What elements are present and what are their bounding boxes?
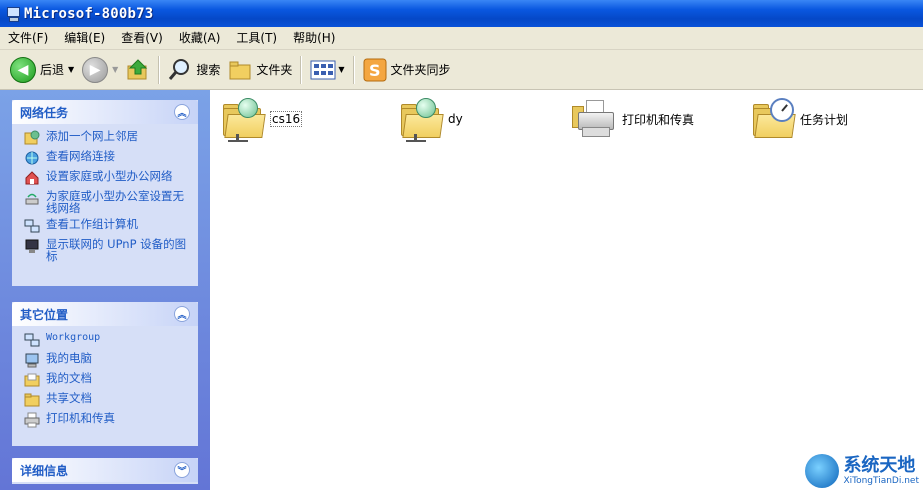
- item-label: dy: [448, 112, 463, 126]
- task-label: 查看网络连接: [46, 149, 115, 163]
- task-label: 显示联网的 UPnP 设备的图标: [46, 237, 187, 263]
- views-button[interactable]: ▼: [306, 54, 348, 86]
- task-view-network-connections[interactable]: 查看网络连接: [24, 150, 190, 166]
- place-label: Workgroup: [46, 332, 101, 343]
- title-bar: Microsof-800b73: [0, 0, 923, 27]
- network-tasks-title: 网络任务: [20, 105, 69, 120]
- task-pane: 网络任务 ︽ 添加一个网上邻居 查看网络连接 设置家庭或小型办公网络 为家庭或小…: [0, 90, 210, 490]
- back-label: 后退: [40, 63, 65, 77]
- watermark-logo-icon: [805, 454, 840, 488]
- search-label: 搜索: [196, 63, 221, 77]
- task-label: 查看工作组计算机: [46, 217, 138, 231]
- other-places-title: 其它位置: [20, 307, 69, 322]
- menu-view[interactable]: 查看(V): [113, 27, 171, 49]
- folders-button[interactable]: 文件夹: [224, 54, 296, 86]
- back-arrow-icon: ◀: [10, 56, 36, 83]
- workgroup-icon: [24, 333, 40, 347]
- watermark: 系统天地 XiTongTianDi.net: [805, 454, 919, 488]
- search-button[interactable]: 搜索: [164, 54, 224, 86]
- share-item-cs16[interactable]: cs16: [220, 96, 303, 142]
- menu-help[interactable]: 帮助(H): [285, 27, 343, 49]
- printers-faxes-item[interactable]: 打印机和传真: [572, 96, 694, 142]
- place-my-documents[interactable]: 我的文档: [24, 372, 190, 388]
- toolbar-separator: [300, 55, 303, 84]
- other-places-header[interactable]: 其它位置 ︽: [12, 302, 198, 326]
- window-title: Microsof-800b73: [24, 5, 154, 22]
- up-folder-icon: [127, 58, 148, 79]
- task-setup-home-network[interactable]: 设置家庭或小型办公网络: [24, 170, 190, 186]
- toolbar: ◀ 后退 ▼ ▶ ▼ 搜索 文件夹 ▼ S 文件夹同步: [0, 50, 923, 90]
- sync-icon: S: [363, 58, 387, 81]
- task-label: 添加一个网上邻居: [46, 129, 138, 143]
- item-label: 打印机和传真: [622, 112, 695, 127]
- scheduled-tasks-item[interactable]: 任务计划: [750, 96, 848, 142]
- search-icon: [169, 58, 190, 80]
- network-tasks-header[interactable]: 网络任务 ︽: [12, 100, 198, 124]
- menu-tools[interactable]: 工具(T): [228, 27, 285, 49]
- shared-documents-icon: [24, 393, 40, 407]
- place-label: 我的文档: [46, 371, 92, 385]
- task-label: 设置家庭或小型办公网络: [46, 169, 173, 183]
- network-share-folder-icon: [398, 96, 444, 142]
- other-places-panel: 其它位置 ︽ Workgroup 我的电脑 我的文档 共享文档 打印机和传真: [12, 302, 198, 446]
- network-connections-icon: [25, 151, 39, 165]
- scheduled-tasks-icon: [750, 96, 796, 142]
- chevron-down-icon[interactable]: ▼: [112, 65, 118, 74]
- menu-edit[interactable]: 编辑(E): [56, 27, 113, 49]
- my-computer-icon: [25, 353, 39, 368]
- forward-button[interactable]: ▶ ▼: [78, 54, 122, 86]
- place-shared-documents[interactable]: 共享文档: [24, 392, 190, 408]
- workgroup-computers-icon: [24, 219, 40, 233]
- network-tasks-panel: 网络任务 ︽ 添加一个网上邻居 查看网络连接 设置家庭或小型办公网络 为家庭或小…: [12, 100, 198, 286]
- menu-favorites[interactable]: 收藏(A): [171, 27, 229, 49]
- share-item-dy[interactable]: dy: [398, 96, 463, 142]
- task-show-upnp-icons[interactable]: 显示联网的 UPnP 设备的图标: [24, 238, 190, 262]
- up-folder-button[interactable]: [122, 54, 154, 86]
- task-setup-wireless-network[interactable]: 为家庭或小型办公室设置无线网络: [24, 190, 190, 214]
- expand-icon[interactable]: ︾: [174, 462, 190, 478]
- back-button[interactable]: ◀ 后退 ▼: [6, 54, 78, 86]
- details-header[interactable]: 详细信息 ︾: [12, 458, 198, 482]
- toolbar-separator: [352, 55, 355, 84]
- my-documents-icon: [24, 373, 40, 387]
- chevron-down-icon[interactable]: ▼: [338, 65, 344, 74]
- watermark-title: 系统天地: [843, 455, 916, 476]
- printer-icon: [24, 412, 40, 428]
- place-label: 我的电脑: [46, 351, 92, 365]
- menu-file[interactable]: 文件(F): [0, 27, 56, 49]
- forward-arrow-icon: ▶: [82, 56, 109, 83]
- views-icon: [310, 60, 336, 79]
- upnp-device-icon: [25, 239, 39, 253]
- place-label: 共享文档: [46, 391, 92, 405]
- menu-bar: 文件(F) 编辑(E) 查看(V) 收藏(A) 工具(T) 帮助(H): [0, 27, 923, 50]
- watermark-url: XiTongTianDi.net: [843, 476, 919, 486]
- folder-sync-button[interactable]: S 文件夹同步: [359, 54, 455, 86]
- task-add-network-place[interactable]: 添加一个网上邻居: [24, 130, 190, 146]
- details-title: 详细信息: [20, 463, 69, 478]
- place-printers-faxes[interactable]: 打印机和传真: [24, 412, 190, 428]
- sync-label: 文件夹同步: [390, 63, 451, 77]
- printer-icon: [572, 96, 618, 142]
- item-label: cs16: [270, 111, 303, 127]
- home-network-icon: [25, 171, 39, 185]
- item-label: 任务计划: [800, 112, 849, 127]
- details-panel: 详细信息 ︾: [12, 458, 198, 484]
- folders-label: 文件夹: [256, 63, 293, 77]
- svg-text:S: S: [369, 61, 381, 80]
- toolbar-separator: [158, 55, 161, 84]
- network-share-folder-icon: [220, 96, 266, 142]
- file-list: cs16 dy 打印机和传真 任务计划: [210, 90, 923, 490]
- folders-icon: [229, 61, 251, 79]
- collapse-icon[interactable]: ︽: [174, 104, 190, 120]
- task-view-workgroup-computers[interactable]: 查看工作组计算机: [24, 218, 190, 234]
- task-label: 为家庭或小型办公室设置无线网络: [46, 189, 184, 215]
- place-my-computer[interactable]: 我的电脑: [24, 352, 190, 368]
- place-label: 打印机和传真: [46, 411, 115, 425]
- add-network-place-icon: [24, 130, 40, 145]
- chevron-down-icon[interactable]: ▼: [68, 65, 74, 74]
- collapse-icon[interactable]: ︽: [174, 306, 190, 322]
- wireless-network-icon: [25, 193, 39, 205]
- place-workgroup[interactable]: Workgroup: [24, 332, 190, 348]
- computer-icon: [6, 6, 20, 22]
